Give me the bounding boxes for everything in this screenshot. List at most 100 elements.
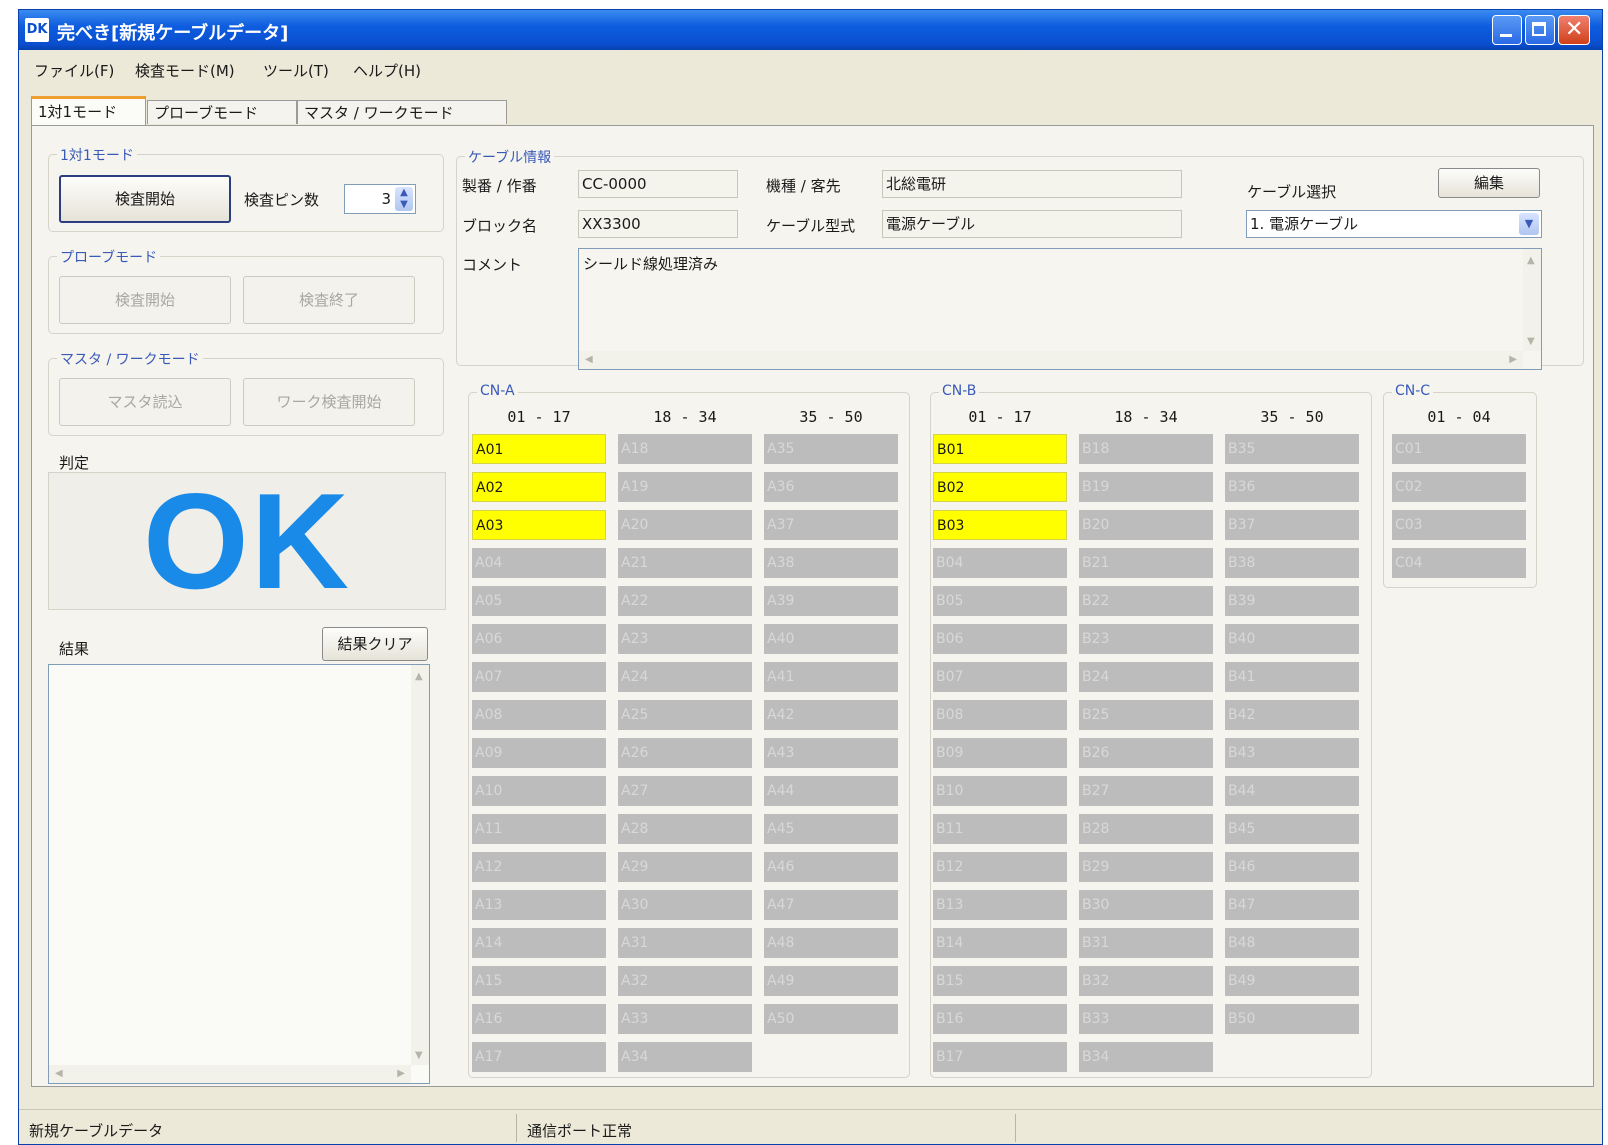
pin-a38: A38	[764, 548, 898, 578]
menu-inspection-mode[interactable]: 検査モード(M)	[135, 60, 235, 81]
cable-type-field[interactable]: 電源ケーブル	[882, 210, 1182, 238]
pin-b24: B24	[1079, 662, 1213, 692]
pin-b17: B17	[933, 1042, 1067, 1072]
status-data-name: 新規ケーブルデータ	[29, 1122, 164, 1140]
pin-count-stepper[interactable]: 3 ▲ ▼	[344, 184, 416, 214]
pin-a41: A41	[764, 662, 898, 692]
pin-a50: A50	[764, 1004, 898, 1034]
scroll-right-icon[interactable]: ▶	[397, 1068, 405, 1079]
pin-a32: A32	[618, 966, 752, 996]
pin-b10: B10	[933, 776, 1067, 806]
result-label: 結果	[59, 640, 90, 658]
pin-b40: B40	[1225, 624, 1359, 654]
pin-b11: B11	[933, 814, 1067, 844]
tab-probe[interactable]: プローブモード	[147, 100, 297, 124]
scroll-down-icon[interactable]: ▼	[415, 1050, 423, 1061]
results-list[interactable]: ▲ ▼ ◀ ▶	[48, 664, 430, 1084]
scroll-up-icon[interactable]: ▲	[415, 671, 423, 682]
pin-c03: C03	[1392, 510, 1526, 540]
pin-a08: A08	[472, 700, 606, 730]
pin-b50: B50	[1225, 1004, 1359, 1034]
comment-scroll-down-icon[interactable]: ▼	[1527, 336, 1535, 347]
block-name-field[interactable]: XX3300	[578, 210, 738, 238]
pin-a46: A46	[764, 852, 898, 882]
work-inspection-start-button[interactable]: ワーク検査開始	[243, 378, 415, 426]
tab-one-to-one[interactable]: 1対1モード	[31, 96, 146, 126]
status-port: 通信ポート正常	[527, 1122, 633, 1140]
pin-a47: A47	[764, 890, 898, 920]
pin-b29: B29	[1079, 852, 1213, 882]
pin-a34: A34	[618, 1042, 752, 1072]
pin-b06: B06	[933, 624, 1067, 654]
pin-b09: B09	[933, 738, 1067, 768]
clear-results-button[interactable]: 結果クリア	[322, 627, 428, 661]
results-horizontal-scrollbar[interactable]: ◀ ▶	[49, 1065, 411, 1083]
comment-scroll-left-icon[interactable]: ◀	[585, 354, 593, 365]
pin-count-label: 検査ピン数	[244, 191, 320, 209]
comment-scroll-up-icon[interactable]: ▲	[1527, 255, 1535, 266]
judgement-label: 判定	[59, 454, 90, 472]
minimize-button[interactable]	[1492, 15, 1522, 45]
model-customer-field[interactable]: 北総電研	[882, 170, 1182, 198]
pin-b14: B14	[933, 928, 1067, 958]
pin-b07: B07	[933, 662, 1067, 692]
app-icon: DK	[25, 18, 49, 42]
status-bar: 新規ケーブルデータ 通信ポート正常	[19, 1109, 1602, 1144]
pin-a14: A14	[472, 928, 606, 958]
cable-info-group-title: ケーブル情報	[465, 147, 555, 167]
pin-a16: A16	[472, 1004, 606, 1034]
chevron-down-icon[interactable]: ▼	[1519, 213, 1539, 235]
pin-a07: A07	[472, 662, 606, 692]
menu-tools[interactable]: ツール(T)	[263, 60, 329, 81]
comment-textarea[interactable]: シールド線処理済み ▲ ▼ ◀ ▶	[578, 248, 1542, 370]
comment-scroll-right-icon[interactable]: ▶	[1509, 354, 1517, 365]
probe-start-button[interactable]: 検査開始	[59, 276, 231, 324]
pin-b34: B34	[1079, 1042, 1213, 1072]
pin-b16: B16	[933, 1004, 1067, 1034]
pin-b30: B30	[1079, 890, 1213, 920]
range-c-1: 01 - 04	[1427, 408, 1491, 426]
pin-a44: A44	[764, 776, 898, 806]
menu-file[interactable]: ファイル(F)	[34, 60, 114, 81]
cable-select-dropdown[interactable]: 1. 電源ケーブル ▼	[1246, 210, 1542, 238]
probe-end-button[interactable]: 検査終了	[243, 276, 415, 324]
judgement-display: OK	[48, 472, 446, 610]
pin-b38: B38	[1225, 548, 1359, 578]
pin-b41: B41	[1225, 662, 1359, 692]
spin-arrows-icon[interactable]: ▲ ▼	[395, 187, 413, 211]
menu-help[interactable]: ヘルプ(H)	[353, 60, 421, 81]
pin-b25: B25	[1079, 700, 1213, 730]
master-read-button[interactable]: マスタ読込	[59, 378, 231, 426]
pin-a17: A17	[472, 1042, 606, 1072]
edit-button[interactable]: 編集	[1438, 168, 1540, 198]
pin-a01: A01	[472, 434, 606, 464]
pin-a45: A45	[764, 814, 898, 844]
scroll-left-icon[interactable]: ◀	[55, 1068, 63, 1079]
pin-b49: B49	[1225, 966, 1359, 996]
pin-a40: A40	[764, 624, 898, 654]
range-a-2: 18 - 34	[653, 408, 717, 426]
results-vertical-scrollbar[interactable]: ▲ ▼	[411, 665, 429, 1065]
tab-master-work[interactable]: マスタ / ワークモード	[297, 100, 507, 124]
comment-horizontal-scrollbar[interactable]: ◀ ▶	[579, 351, 1523, 369]
pin-b35: B35	[1225, 434, 1359, 464]
probe-group-title: プローブモード	[57, 247, 161, 267]
close-button[interactable]: ✕	[1558, 15, 1590, 45]
judgement-value: OK	[143, 465, 351, 617]
title-bar[interactable]: DK 完べき[新規ケーブルデータ] ✕	[19, 10, 1602, 50]
pin-b08: B08	[933, 700, 1067, 730]
pin-a15: A15	[472, 966, 606, 996]
pin-a30: A30	[618, 890, 752, 920]
status-separator	[516, 1114, 517, 1142]
comment-vertical-scrollbar[interactable]: ▲ ▼	[1523, 249, 1541, 351]
range-b-1: 01 - 17	[968, 408, 1032, 426]
pin-b33: B33	[1079, 1004, 1213, 1034]
pin-b01: B01	[933, 434, 1067, 464]
pin-a09: A09	[472, 738, 606, 768]
maximize-button[interactable]	[1525, 15, 1555, 45]
pin-count-value: 3	[381, 190, 391, 208]
one-to-one-start-button[interactable]: 検査開始	[59, 175, 231, 223]
serial-number-field[interactable]: CC-0000	[578, 170, 738, 198]
pin-a11: A11	[472, 814, 606, 844]
pin-a02: A02	[472, 472, 606, 502]
